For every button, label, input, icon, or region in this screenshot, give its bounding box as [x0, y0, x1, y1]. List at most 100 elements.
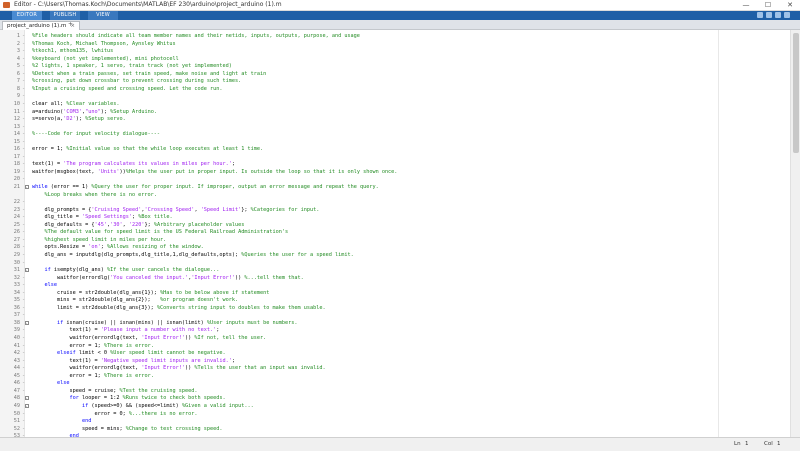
- code-token-comment: %Thomas Koch, Michael Thompson, Aynsley …: [32, 40, 176, 47]
- code-token-code: [32, 320, 57, 326]
- code-token-string: 'Cruising Speed': [91, 206, 142, 213]
- code-token-comment: %Allows resizing of the window.: [106, 244, 204, 251]
- code-token-comment: %2 lights, 1 speaker, 1 servo, train tra…: [32, 63, 232, 70]
- code-token-string: '220': [128, 221, 145, 228]
- help-icon[interactable]: [784, 12, 790, 18]
- status-col-value: 1: [777, 441, 781, 447]
- redo-icon[interactable]: [775, 12, 781, 18]
- tab-view[interactable]: VIEW: [88, 11, 118, 20]
- code-token-code: [32, 403, 82, 409]
- code-token-code: ;: [216, 327, 220, 334]
- toolstrip: EDITOR PUBLISH VIEW: [0, 11, 800, 20]
- code-token-keyword: else: [44, 282, 58, 289]
- code-token-comment: %User inputs must be numbers.: [206, 319, 298, 326]
- code-token-string: 'D2': [63, 116, 76, 123]
- code-token-code: [32, 350, 57, 356]
- file-tab-bar: project_arduino (1).m × +: [0, 20, 800, 30]
- fold-toggle-icon[interactable]: -: [24, 268, 29, 273]
- code-token-comment: %Clear variables.: [66, 100, 120, 107]
- save-icon[interactable]: [757, 12, 763, 18]
- title-bar: Editor - C:\Users\Thomas.Koch\Documents\…: [0, 0, 800, 11]
- code-token-keyword: else: [57, 380, 70, 387]
- code-token-string: 'COM3': [63, 108, 82, 115]
- matlab-logo-icon: [3, 2, 10, 8]
- undo-icon[interactable]: [766, 12, 772, 18]
- code-token-comment: %crossing, put down crossbar to prevent …: [32, 78, 242, 85]
- fold-toggle-icon[interactable]: -: [24, 396, 29, 401]
- code-token-code: text(1) =: [32, 161, 64, 168]
- window-title: Editor - C:\Users\Thomas.Koch\Documents\…: [14, 1, 282, 8]
- status-bar: Ln 1 Col 1: [0, 437, 800, 451]
- code-token-code: };: [241, 206, 251, 213]
- code-token-string: 'Units': [97, 168, 120, 175]
- code-token-code: opts.Resize =: [32, 244, 89, 251]
- code-token-comment: %Box title.: [138, 214, 173, 221]
- code-token-code: limit < 0: [75, 350, 111, 357]
- fold-toggle-icon[interactable]: -: [24, 185, 29, 189]
- code-token-comment: %Query the user for proper input. If imp…: [91, 184, 379, 190]
- quick-access-toolbar: [757, 12, 790, 18]
- code-token-code: [32, 267, 45, 273]
- code-token-code: (error == 1): [47, 184, 92, 190]
- code-token-comment: %Helps the user put in proper input. Is …: [125, 168, 398, 175]
- code-token-code: limit = str2double(dlg_ans{3});: [32, 304, 157, 311]
- code-token-comment: %File headers should indicate all team m…: [32, 33, 360, 39]
- fold-toggle-icon[interactable]: -: [24, 320, 29, 325]
- code-token-comment: %Initial value so that the while loop ex…: [66, 146, 264, 153]
- code-token-code: speed = mins;: [32, 425, 126, 432]
- code-token-comment: %Converts string input to doubles to mak…: [156, 304, 326, 311]
- code-token-comment: %tkoch1, mthom135, lwhitus: [32, 48, 114, 55]
- code-token-code: waitfor(errordlg(text,: [32, 365, 142, 372]
- scrollbar-thumb[interactable]: [793, 33, 799, 153]
- vertical-scrollbar[interactable]: [790, 30, 800, 437]
- code-token-code: mins = str2double(dlg_ans{2});: [32, 297, 161, 304]
- code-token-code: isempty(dlg_ans): [50, 267, 107, 274]
- tab-publish[interactable]: PUBLISH: [50, 11, 80, 20]
- status-ln-value: 1: [745, 441, 749, 447]
- code-token-code: error = 0;: [32, 410, 129, 417]
- code-token-code: a=arduino(: [32, 108, 64, 115]
- code-editor[interactable]: 1- %File headers should indicate all team…: [0, 30, 800, 437]
- code-token-code: looper = 1:2: [78, 395, 123, 402]
- code-token-code: dlg_ans = inputdlg(dlg_prompts,dlg_title…: [32, 251, 242, 258]
- code-token-comment: %highest speed limit in miles per hour.: [32, 236, 167, 243]
- code-token-code: [32, 395, 69, 401]
- code-token-comment: %Setup Arduino.: [110, 108, 157, 115]
- fold-toggle-icon[interactable]: -: [24, 403, 29, 408]
- code-token-string: '30': [110, 221, 123, 228]
- code-token-code: text(1) =: [32, 357, 101, 364]
- maximize-icon[interactable]: ☐: [762, 0, 774, 10]
- code-token-string: 'The program calculates its values in mi…: [63, 161, 232, 168]
- code-token-string: 'You canceled the input.': [110, 274, 189, 281]
- code-token-keyword: elseif: [57, 350, 76, 357]
- code-token-code: );: [100, 108, 111, 115]
- code-token-string: 'on': [88, 244, 101, 251]
- code-token-comment: %Detect when a train passes, set train s…: [32, 70, 267, 77]
- code-token-comment: %Setup servo.: [85, 116, 126, 123]
- code-token-code: dlg_title =: [32, 214, 82, 221]
- code-token-comment: %If the user cancels the dialogue...: [106, 267, 220, 274]
- code-token-string: 'Speed Limit': [200, 206, 242, 213]
- code-token-code: waitfor(errordlg(text,: [32, 335, 142, 341]
- status-ln-label: Ln: [734, 441, 741, 447]
- code-token-code: speed = cruise;: [32, 387, 120, 394]
- code-token-code: error = 1;: [32, 342, 104, 349]
- code-token-comment: %Arbitrary placeholder values: [153, 221, 245, 228]
- right-text-margin: [718, 30, 719, 437]
- code-token-code: error = 1;: [32, 146, 67, 153]
- tab-editor[interactable]: EDITOR: [12, 11, 42, 20]
- code-token-keyword: for: [69, 395, 79, 402]
- code-token-comment: %keyboard (not yet implemented), mini ph…: [32, 55, 179, 62]
- new-tab-button[interactable]: +: [68, 21, 73, 29]
- code-token-code: dlg_defaults = {: [32, 221, 95, 228]
- code-token-comment: %If not, tell the user.: [194, 335, 267, 341]
- code-token-comment: %Given a valid input...: [181, 402, 254, 409]
- code-token-string: 'Please input a number with no text.': [100, 327, 217, 334]
- code-token-comment: %The default value for speed limit is th…: [32, 229, 289, 236]
- code-token-comment: %User speed limit cannot be negative.: [110, 350, 226, 357]
- code-token-code: s=servo(a,: [32, 116, 64, 123]
- code-token-string: 'Negative speed limit inputs are invalid…: [100, 357, 232, 364]
- code-token-code: cruise = str2double(dlg_ans{1});: [32, 289, 161, 296]
- minimize-icon[interactable]: —: [740, 0, 752, 10]
- close-icon[interactable]: ✕: [784, 0, 796, 10]
